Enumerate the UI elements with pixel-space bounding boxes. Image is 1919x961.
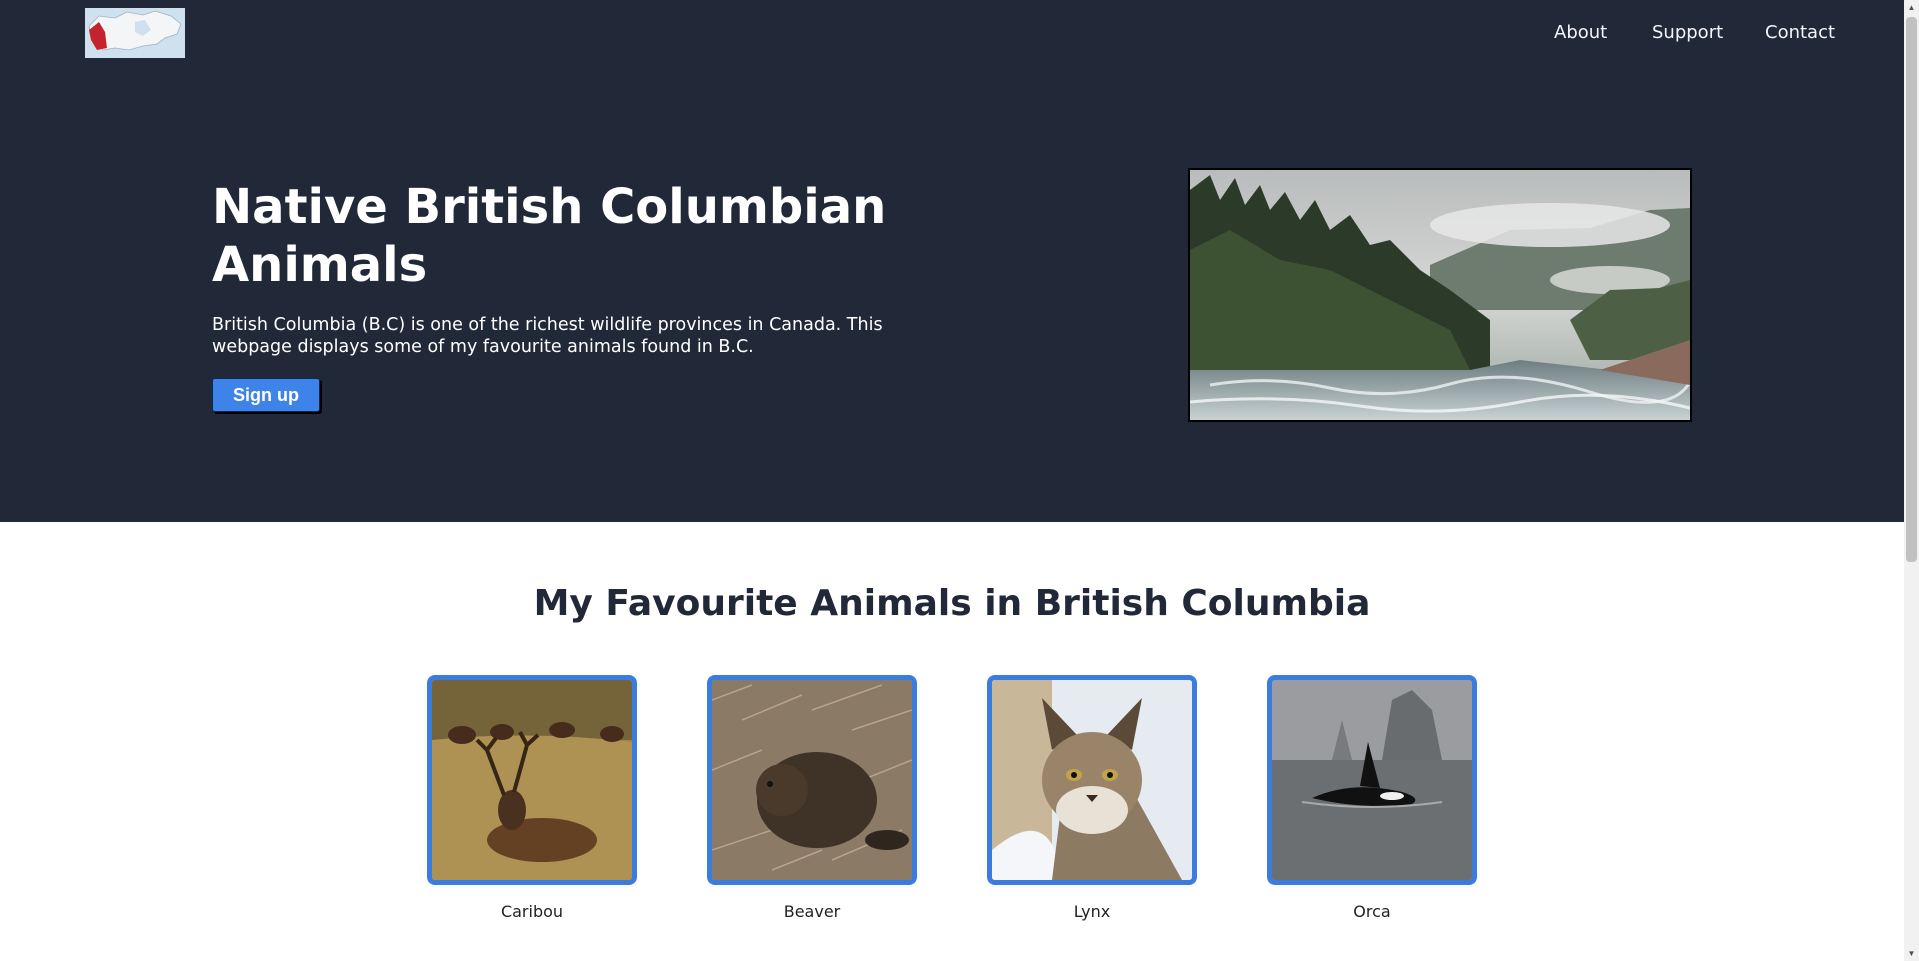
hero-description: British Columbia (B.C) is one of the ric… (212, 315, 883, 357)
beaver-photo-icon[interactable] (707, 675, 917, 885)
scroll-up-arrow-icon[interactable]: ▲ (1904, 0, 1919, 15)
animal-card-lynx[interactable]: Lynx (987, 675, 1197, 921)
lynx-photo-svg (992, 680, 1192, 880)
canada-map-svg (85, 8, 185, 58)
caribou-photo-svg (432, 680, 632, 880)
animal-card-orca[interactable]: Orca (1267, 675, 1477, 921)
animal-name: Beaver (783, 902, 841, 921)
animal-card-caribou[interactable]: Caribou (427, 675, 637, 921)
page: About Support Contact Native British Col… (0, 0, 1904, 961)
page-scrollbar[interactable]: ▲ ▼ (1904, 0, 1919, 961)
scrollbar-thumb[interactable] (1906, 17, 1917, 562)
scroll-down-arrow-icon[interactable]: ▼ (1904, 946, 1919, 961)
sign-up-button[interactable]: Sign up (212, 378, 320, 412)
nav-support-link[interactable]: Support (1652, 22, 1723, 43)
nav-about-link[interactable]: About (1554, 22, 1607, 43)
caribou-photo-icon[interactable] (427, 675, 637, 885)
animal-name: Lynx (1073, 902, 1111, 921)
orca-photo-icon[interactable] (1267, 675, 1477, 885)
animal-name: Caribou (500, 902, 564, 921)
canada-map-icon[interactable] (85, 8, 185, 58)
animal-name: Orca (1353, 902, 1391, 921)
beaver-photo-svg (712, 680, 912, 880)
lynx-photo-icon[interactable] (987, 675, 1197, 885)
orca-photo-svg (1272, 680, 1472, 880)
forest-river-landscape-icon (1188, 168, 1692, 422)
forest-river-svg (1190, 170, 1690, 420)
section-title: My Favourite Animals in British Columbia (533, 583, 1371, 624)
page-title: Native British Columbian Animals (212, 179, 887, 293)
hero-section: About Support Contact Native British Col… (0, 0, 1904, 522)
nav-contact-link[interactable]: Contact (1765, 22, 1835, 43)
animal-card-beaver[interactable]: Beaver (707, 675, 917, 921)
